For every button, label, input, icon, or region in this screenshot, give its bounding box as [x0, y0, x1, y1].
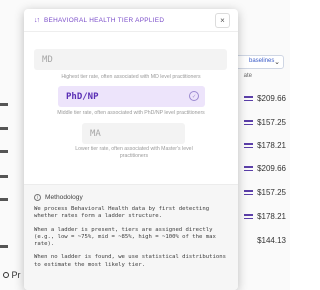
price-cell: $157.25 [244, 118, 286, 127]
tier-ma-caption: Lower tier rate, often associated with M… [75, 146, 193, 159]
methodology-paragraph: When no ladder is found, we use statisti… [34, 254, 226, 268]
tier-flag-icon [244, 143, 254, 148]
tier-flag-icon [244, 190, 254, 195]
tier-label: PhD/NP [66, 91, 99, 102]
price-cell: $178.21 [244, 212, 286, 221]
methodology-panel: i Methodology We process Behavioral Heal… [24, 184, 238, 290]
check-circle-icon: ✓ [189, 91, 199, 101]
info-icon: i [34, 194, 41, 201]
price-cell: $178.21 [244, 141, 286, 150]
price-cell: $144.13 [257, 236, 286, 245]
tier-flag-icon [244, 120, 254, 125]
tier-label: MD [42, 54, 53, 65]
tier-flag-icon [244, 96, 254, 101]
row-marker [0, 127, 8, 130]
methodology-heading: i Methodology [34, 194, 228, 201]
tier-modal: ↓↑ BEHAVIORAL HEALTH TIER APPLIED × MD H… [24, 9, 238, 290]
row-marker [0, 175, 8, 178]
price-cell: $209.66 [244, 94, 286, 103]
tier-label: MA [90, 128, 101, 139]
tier-md[interactable]: MD [34, 49, 227, 70]
close-icon: × [220, 16, 225, 25]
chevron-down-icon: ⌄ [274, 59, 280, 66]
price-cell: $157.25 [244, 188, 286, 197]
row-marker [0, 103, 8, 106]
bottom-left-fragment[interactable]: Pr [3, 270, 21, 280]
methodology-paragraph: When a ladder is present, tiers are assi… [34, 226, 216, 248]
rate-column-header: ate [243, 73, 252, 79]
row-marker [0, 198, 8, 201]
methodology-paragraph: We process Behavioral Health data by fir… [34, 206, 210, 220]
tier-flag-icon [244, 214, 254, 219]
tier-phd-caption: Middle tier rate, often associated with … [57, 110, 205, 116]
tier-ma[interactable]: MA [82, 123, 185, 144]
baseline-select[interactable]: baselines ⌄ [230, 55, 284, 69]
row-marker [0, 150, 8, 153]
tier-md-caption: Highest tier rate, often associated with… [61, 74, 201, 80]
tier-ladder-icon: ↓↑ [34, 16, 40, 24]
modal-header: ↓↑ BEHAVIORAL HEALTH TIER APPLIED [24, 9, 238, 32]
row-marker [0, 245, 8, 248]
modal-title: BEHAVIORAL HEALTH TIER APPLIED [44, 16, 165, 24]
stethoscope-icon [3, 272, 9, 278]
close-button[interactable]: × [215, 13, 230, 28]
tier-flag-icon [244, 166, 254, 171]
tier-phd-np[interactable]: PhD/NP ✓ [58, 86, 205, 107]
price-cell: $209.66 [244, 164, 286, 173]
